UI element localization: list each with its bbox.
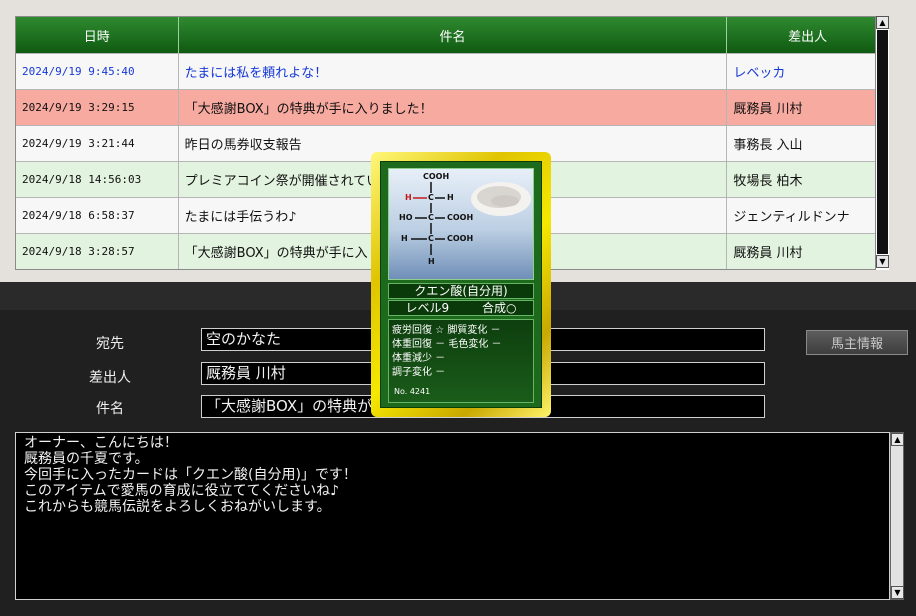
- table-scrollbar[interactable]: ▲ ▼: [875, 16, 889, 270]
- card-name: クエン酸(自分用): [388, 283, 534, 299]
- scroll-up-icon[interactable]: ▲: [891, 433, 904, 446]
- effect-line: 調子変化 －: [392, 367, 446, 378]
- table-row-selected[interactable]: 2024/9/19 3:29:15 「大感謝BOX」の特典が手に入りました！ 厩…: [16, 89, 888, 125]
- formula-c-3: C: [428, 234, 434, 243]
- row-date: 2024/9/18 3:28:57: [16, 234, 179, 269]
- body-line: これからも競馬伝説をよろしくおねがいします。: [24, 499, 331, 515]
- card-synth: 合成○: [482, 301, 517, 315]
- row-date: 2024/9/19 3:29:15: [16, 90, 179, 125]
- row-from: 事務長 入山: [733, 138, 803, 153]
- row-date: 2024/9/19 9:45:40: [16, 54, 179, 89]
- to-label: 宛先: [96, 336, 124, 352]
- card-inner: COOH H C H HO C COOH H C COOH H クエン酸(自分用…: [380, 161, 542, 408]
- row-from: レベッカ: [733, 66, 786, 81]
- formula-c-2: C: [428, 213, 434, 222]
- card-effects: 疲労回復 ☆ 脚質変化 － 体重回復 － 毛色変化 － 体重減少 － 調子変化 …: [388, 319, 534, 403]
- formula-cooh-mid: COOH: [447, 213, 474, 222]
- chemical-structure-icon: [411, 182, 531, 255]
- body-scrollbar[interactable]: ▲ ▼: [890, 432, 904, 600]
- formula-h-bottom: H: [428, 257, 435, 266]
- table-header: 日時 件名 差出人: [16, 17, 888, 53]
- citric-acid-image: COOH H C H HO C COOH H C COOH H: [388, 168, 534, 280]
- body-line: オーナー、こんにちは！: [24, 435, 178, 451]
- row-date: 2024/9/18 6:58:37: [16, 198, 179, 233]
- from-label: 差出人: [89, 370, 131, 386]
- effect-line: 疲労回復 ☆ 脚質変化 －: [392, 325, 501, 336]
- row-from: 牧場長 柏木: [733, 174, 803, 189]
- owner-info-button[interactable]: 馬主情報: [806, 330, 908, 355]
- body-line: このアイテムで愛馬の育成に役立ててくださいね♪: [24, 483, 340, 499]
- formula-ho: HO: [399, 213, 413, 222]
- scroll-up-icon[interactable]: ▲: [876, 16, 889, 29]
- column-header-subject[interactable]: 件名: [179, 17, 728, 53]
- table-row[interactable]: 2024/9/19 9:45:40 たまには私を頼れよな！ レベッカ: [16, 53, 888, 89]
- row-subject: たまには私を頼れよな！: [179, 54, 728, 89]
- effect-line: 体重回復 － 毛色変化 －: [392, 339, 502, 350]
- card-level: レベル9: [405, 301, 450, 315]
- card-number: No. 4241: [394, 387, 431, 396]
- column-header-date[interactable]: 日時: [16, 17, 179, 53]
- formula-h-left: H: [405, 193, 412, 202]
- body-line: 厩務員の千夏です。: [24, 451, 149, 467]
- row-date: 2024/9/19 3:21:44: [16, 126, 179, 161]
- body-line: 今回手に入ったカードは「クエン酸(自分用)」です！: [24, 467, 357, 483]
- column-header-from[interactable]: 差出人: [727, 17, 888, 53]
- mail-body: オーナー、こんにちは！ 厩務員の千夏です。 今回手に入ったカードは「クエン酸(自…: [15, 432, 890, 600]
- formula-cooh-top: COOH: [423, 172, 450, 181]
- row-subject: 「大感謝BOX」の特典が手に入りました！: [179, 90, 728, 125]
- effect-line: 体重減少 －: [392, 353, 446, 364]
- row-date: 2024/9/18 14:56:03: [16, 162, 179, 197]
- row-from: 厩務員 川村: [733, 246, 803, 261]
- formula-h-right: H: [447, 193, 454, 202]
- subject-label: 件名: [96, 401, 124, 417]
- scroll-down-icon[interactable]: ▼: [891, 586, 904, 599]
- row-from: ジェンティルドンナ: [733, 210, 850, 225]
- formula-c-1: C: [428, 193, 434, 202]
- formula-h-low: H: [401, 234, 408, 243]
- scrollbar-thumb[interactable]: [877, 30, 888, 254]
- card-level-row: レベル9 合成○: [388, 300, 534, 316]
- item-card-popup: COOH H C H HO C COOH H C COOH H クエン酸(自分用…: [371, 152, 551, 417]
- scroll-down-icon[interactable]: ▼: [876, 255, 889, 268]
- row-from: 厩務員 川村: [733, 102, 803, 117]
- formula-cooh-low: COOH: [447, 234, 474, 243]
